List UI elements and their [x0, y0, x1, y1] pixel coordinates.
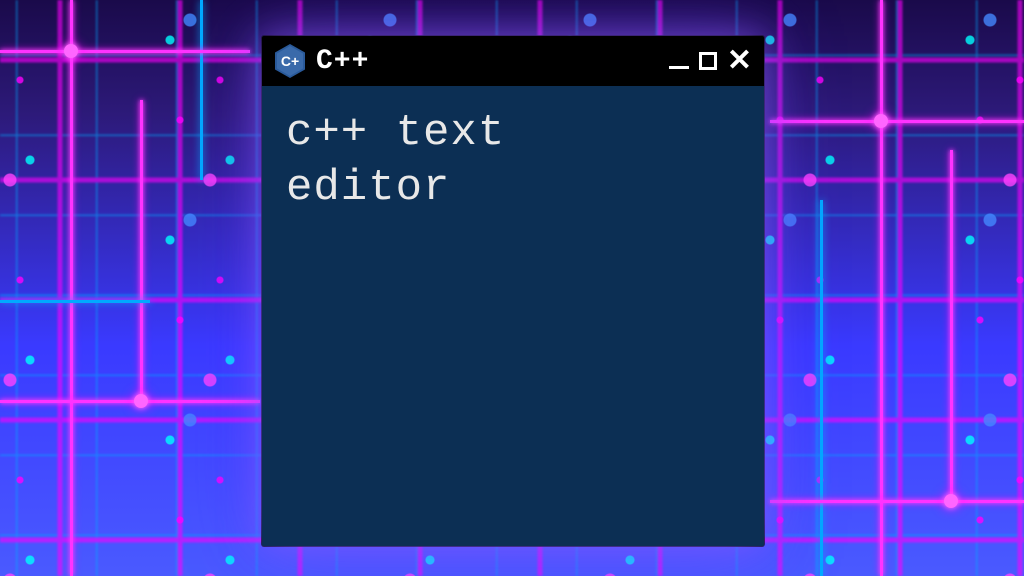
- cpp-hexagon-icon: C+: [274, 43, 306, 79]
- titlebar[interactable]: C+ C++ ✕: [262, 36, 764, 86]
- editor-area[interactable]: c++ text editor: [262, 86, 764, 546]
- close-icon: ✕: [727, 46, 752, 76]
- maximize-button[interactable]: [699, 52, 717, 70]
- minimize-button[interactable]: [669, 54, 689, 69]
- window-controls: ✕: [669, 46, 752, 76]
- app-icon-label: C+: [281, 53, 299, 69]
- editor-content: c++ text editor: [286, 106, 740, 216]
- maximize-icon: [699, 52, 717, 70]
- editor-window: C+ C++ ✕ c++ text editor: [262, 36, 764, 546]
- minimize-icon: [669, 66, 689, 69]
- window-title: C++: [316, 46, 659, 77]
- close-button[interactable]: ✕: [727, 46, 752, 76]
